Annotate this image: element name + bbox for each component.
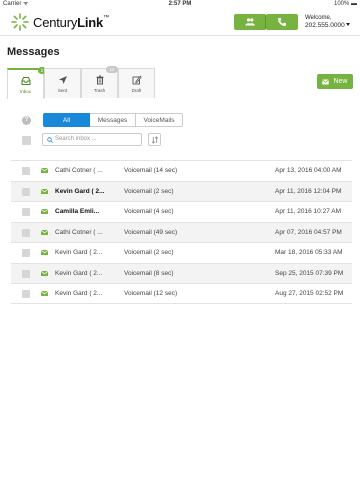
message-sender: Kevin Gard ( 2... <box>55 249 103 256</box>
message-checkbox[interactable] <box>22 269 30 278</box>
account-phone-number: 202.555.0000 <box>305 22 345 29</box>
message-description: Voicemail (4 sec) <box>124 208 174 215</box>
message-description: Voicemail (14 sec) <box>124 167 178 174</box>
brand-trademark: ™ <box>103 14 109 21</box>
message-row[interactable]: Cathi Cotner ( ... Voicemail (14 sec) Apr … <box>11 160 352 181</box>
envelope-icon <box>41 229 48 235</box>
envelope-icon <box>41 168 48 173</box>
call-button[interactable] <box>266 14 298 30</box>
message-date: Mar 18, 2016 05:33 AM <box>275 249 343 256</box>
centurylink-logo[interactable]: CenturyLink™ <box>10 12 109 32</box>
envelope-icon <box>41 188 48 194</box>
message-list: Cathi Cotner ( ... Voicemail (14 sec) Apr … <box>11 160 352 304</box>
message-row[interactable]: Cathi Cotner ( ... Voicemail (49 sec) Apr … <box>11 221 352 242</box>
message-date: Aug 27, 2015 02:52 PM <box>275 290 344 297</box>
contacts-button[interactable] <box>234 14 266 30</box>
message-date: Apr 11, 2016 12:04 PM <box>275 187 342 195</box>
account-menu[interactable]: Welcome, 202.555.0000 <box>305 14 345 30</box>
status-bar: Carrier ᯤ 2:57 PM 100% ▬ <box>0 0 360 8</box>
sort-button[interactable] <box>148 133 161 146</box>
account-dropdown-icon[interactable] <box>346 23 350 26</box>
welcome-label: Welcome, <box>305 15 332 21</box>
message-checkbox[interactable] <box>22 208 30 216</box>
battery-indicator: 100% ▬ <box>333 1 357 7</box>
logo-burst-icon <box>11 13 29 31</box>
search-input[interactable]: Search inbox ... <box>42 133 142 146</box>
message-row[interactable]: Kevin Gard ( 2... Voicemail (8 sec) Sep 25… <box>11 262 352 283</box>
app-header: CenturyLink™ Welcome, 202.555.0000 <box>0 8 360 36</box>
filter-voicemails-button[interactable]: VoiceMails <box>136 113 183 127</box>
tab-inbox[interactable]: Inbox 2 <box>7 67 46 99</box>
message-checkbox[interactable] <box>22 249 30 257</box>
message-row[interactable]: Kevin Gard ( 2... Voicemail (2 sec) Apr 11… <box>11 180 352 201</box>
message-sender: Cathi Cotner ( ... <box>55 167 103 174</box>
message-date: Apr 11, 2016 10:27 AM <box>275 208 342 215</box>
message-sender: Kevin Gard ( 2... <box>55 290 103 297</box>
users-icon <box>245 18 255 26</box>
status-time: 2:57 PM <box>168 1 192 7</box>
message-description: Voicemail (12 sec) <box>124 290 178 297</box>
search-placeholder: Search inbox ... <box>55 136 97 142</box>
tab-trash[interactable]: Trash 12 <box>81 66 118 98</box>
tab-trash-label: Trash <box>93 88 106 93</box>
tab-draft[interactable]: Draft <box>118 68 155 98</box>
message-date: Apr 07, 2016 04:57 PM <box>275 228 342 236</box>
message-checkbox[interactable] <box>22 290 30 298</box>
message-sender: Kevin Gard ( 2... <box>55 187 105 195</box>
help-icon[interactable]: ? <box>22 116 31 125</box>
message-description: Voicemail (2 sec) <box>124 187 174 195</box>
message-row[interactable]: Kevin Gard ( 2... Voicemail (2 sec) Mar 18… <box>11 242 352 263</box>
message-description: Voicemail (49 sec) <box>124 228 178 236</box>
folder-tabs: Inbox 2 Sent Trash 12 Draft <box>7 66 155 99</box>
envelope-icon <box>322 78 330 84</box>
message-row[interactable]: Camilla Emli... Voicemail (4 sec) Apr 11, … <box>11 201 352 222</box>
brand-name: CenturyLink™ <box>33 15 109 30</box>
message-checkbox[interactable] <box>22 167 30 175</box>
message-sender: Kevin Gard ( 2... <box>55 269 103 277</box>
page-title: Messages <box>7 46 60 58</box>
message-date: Apr 13, 2016 04:00 AM <box>275 167 342 174</box>
inbox-icon <box>21 77 30 85</box>
message-checkbox[interactable] <box>22 187 30 196</box>
envelope-icon <box>41 250 48 255</box>
select-all-checkbox[interactable] <box>22 136 31 145</box>
sort-icon <box>151 136 159 144</box>
brand-bold: Link <box>77 14 104 30</box>
new-button-label: New <box>333 78 348 85</box>
message-date: Sep 25, 2015 07:39 PM <box>275 269 344 277</box>
message-type-filter: All Messages VoiceMails <box>43 113 183 127</box>
trash-icon <box>96 75 103 85</box>
message-description: Voicemail (8 sec) <box>124 269 174 277</box>
message-row[interactable]: Kevin Gard ( 2... Voicemail (12 sec) Aug 2… <box>11 283 352 304</box>
envelope-icon <box>41 209 48 214</box>
brand-light: Century <box>33 14 78 30</box>
message-sender: Camilla Emli... <box>55 208 100 215</box>
tab-sent[interactable]: Sent <box>44 68 81 98</box>
message-checkbox[interactable] <box>22 228 30 237</box>
phone-icon <box>278 18 286 26</box>
filter-messages-button[interactable]: Messages <box>90 113 136 127</box>
trash-count-badge: 12 <box>106 66 118 73</box>
filter-all-button[interactable]: All <box>43 113 90 127</box>
search-icon <box>47 137 53 143</box>
tab-sent-label: Sent <box>57 88 68 93</box>
send-icon <box>58 76 67 84</box>
message-description: Voicemail (2 sec) <box>124 249 174 256</box>
tab-draft-label: Draft <box>131 88 142 93</box>
edit-icon <box>132 75 142 85</box>
envelope-icon <box>41 270 48 276</box>
message-sender: Cathi Cotner ( ... <box>55 228 103 236</box>
tab-inbox-label: Inbox <box>19 89 31 94</box>
new-message-button[interactable]: New <box>317 74 353 89</box>
envelope-icon <box>41 291 48 296</box>
